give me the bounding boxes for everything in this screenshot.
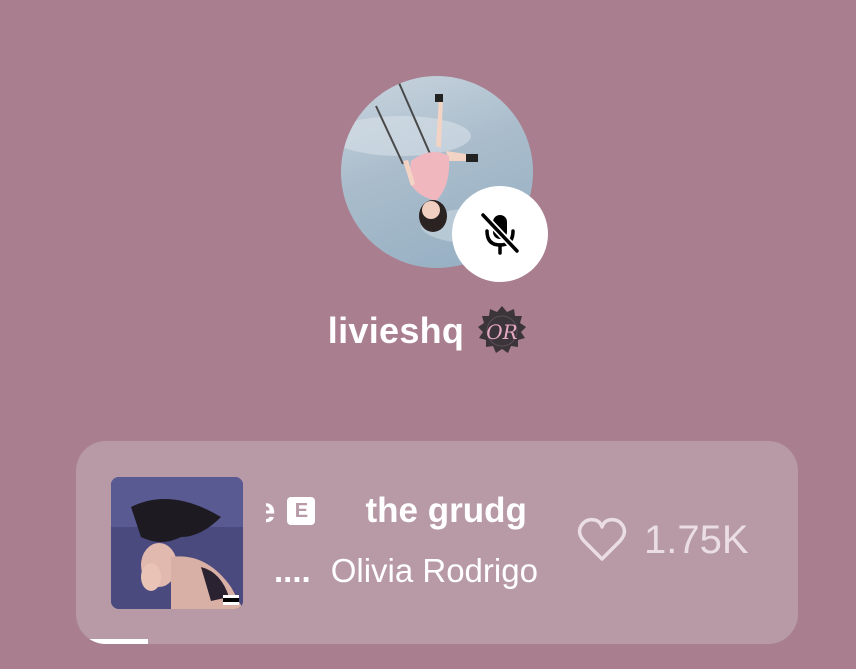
track-info[interactable]: e E the grudg .... Olivia Rodrigo bbox=[266, 481, 550, 601]
playback-progress-bar[interactable] bbox=[76, 639, 149, 644]
mute-status-badge bbox=[452, 186, 548, 282]
next-track-title: the grudg bbox=[365, 491, 527, 530]
badge-text: OR bbox=[486, 320, 517, 344]
artist-name: Olivia Rodrigo bbox=[330, 552, 538, 589]
track-title: e bbox=[266, 491, 275, 531]
like-count: 1.75K bbox=[644, 517, 749, 562]
explicit-badge: E bbox=[287, 497, 316, 525]
mic-muted-icon bbox=[479, 211, 521, 255]
now-playing-card[interactable]: e E the grudg .... Olivia Rodrigo 1.75K bbox=[76, 441, 798, 644]
like-button[interactable]: 1.75K bbox=[576, 517, 749, 563]
track-title-marquee: e E the grudg bbox=[266, 491, 527, 531]
separator-dots: .... bbox=[274, 552, 311, 589]
verified-seal-icon[interactable]: OR bbox=[476, 305, 528, 357]
profile-name-row: livieshq OR bbox=[0, 305, 856, 357]
album-art[interactable] bbox=[111, 477, 243, 609]
album-cover-image bbox=[111, 477, 243, 609]
username[interactable]: livieshq bbox=[328, 310, 464, 352]
artist-marquee: .... Olivia Rodrigo bbox=[274, 552, 538, 590]
heart-outline-icon bbox=[577, 517, 627, 561]
